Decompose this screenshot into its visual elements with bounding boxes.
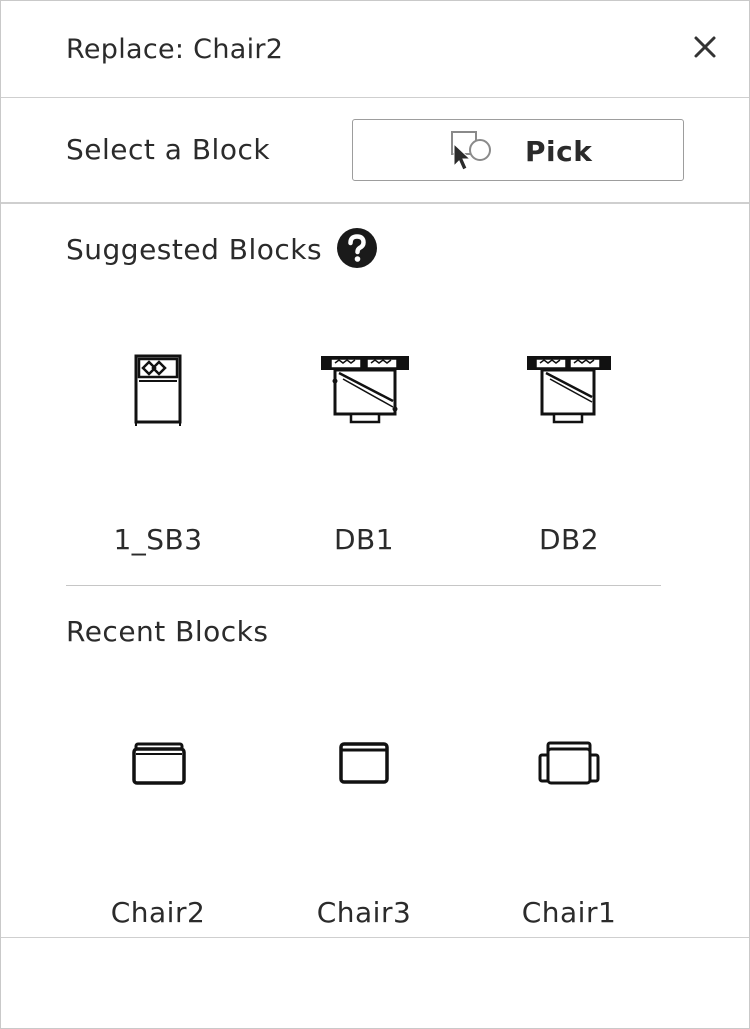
suggested-block-label: DB2 <box>538 523 600 556</box>
pick-button-label: Pick <box>525 135 593 168</box>
suggested-block-label: 1_SB3 <box>113 523 203 556</box>
suggested-blocks-title: Suggested Blocks <box>66 233 323 266</box>
pick-button[interactable]: Pick <box>352 119 684 181</box>
single-bed-block-icon <box>134 354 182 426</box>
section-divider <box>66 585 661 586</box>
double-bed-block-icon <box>321 356 409 424</box>
close-icon <box>694 36 716 58</box>
pick-block-icon <box>451 131 491 171</box>
recent-block-chair1[interactable]: Chair1 <box>474 691 664 951</box>
replace-block-panel: Replace: Chair2 Select a Block Pick Sugg… <box>0 0 750 1029</box>
double-bed-block-icon <box>527 356 611 424</box>
select-block-label: Select a Block <box>66 133 271 166</box>
recent-block-label: Chair3 <box>316 896 412 929</box>
armchair-block-icon <box>538 741 600 785</box>
suggested-block-db2[interactable]: DB2 <box>474 301 664 561</box>
select-block-row: Select a Block Pick <box>1 98 749 204</box>
chair-block-icon <box>132 742 186 785</box>
suggested-block-label: DB1 <box>333 523 395 556</box>
recent-block-chair2[interactable]: Chair2 <box>63 691 253 951</box>
close-button[interactable] <box>687 29 723 65</box>
panel-title: Replace: Chair2 <box>66 34 284 65</box>
recent-block-chair3[interactable]: Chair3 <box>269 691 459 951</box>
question-circle-icon[interactable] <box>336 227 378 269</box>
footer-divider <box>1 937 749 938</box>
recent-blocks-title: Recent Blocks <box>66 615 269 648</box>
recent-block-label: Chair2 <box>110 896 206 929</box>
chair-block-icon <box>339 742 389 784</box>
recent-block-label: Chair1 <box>521 896 617 929</box>
suggested-block-1-sb3[interactable]: 1_SB3 <box>63 301 253 561</box>
suggested-block-db1[interactable]: DB1 <box>269 301 459 561</box>
panel-header: Replace: Chair2 <box>1 1 749 98</box>
